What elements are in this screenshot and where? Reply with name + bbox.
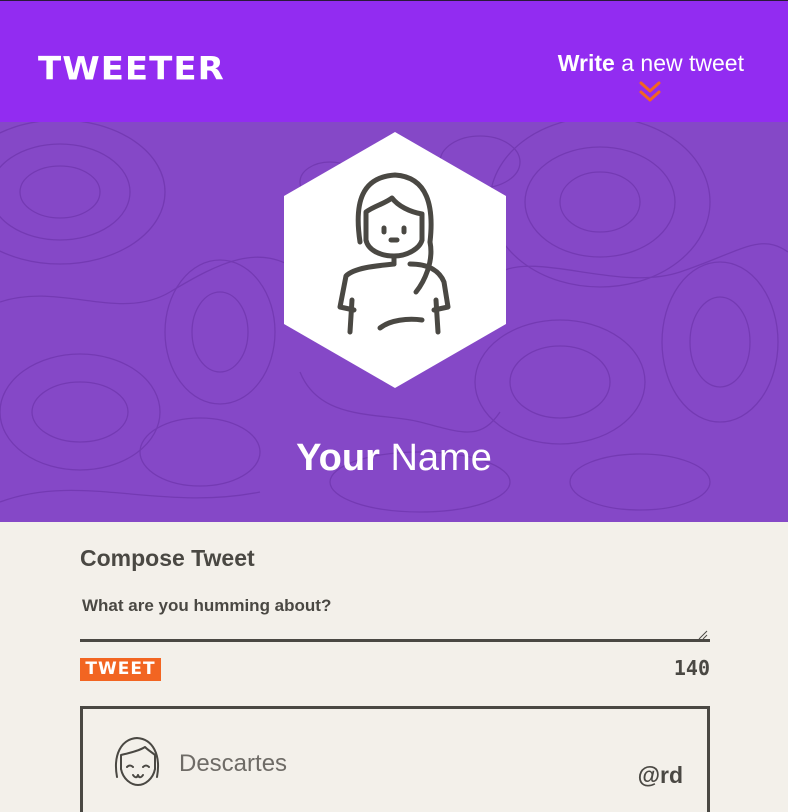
top-nav: TWEETER Write a new tweet xyxy=(0,0,788,122)
tweet-author-handle[interactable]: @rd xyxy=(638,761,683,789)
girl-avatar-icon xyxy=(115,737,159,786)
write-new-tweet-link[interactable]: Write a new tweet xyxy=(558,48,744,78)
tweet-card: Descartes @rd xyxy=(80,706,710,812)
woman-avatar-icon xyxy=(284,132,506,388)
write-label-rest: a new tweet xyxy=(614,50,744,76)
profile-banner: Your Name xyxy=(0,122,788,522)
profile-name: Your Name xyxy=(0,434,788,482)
tweet-author-name: Descartes xyxy=(179,750,288,777)
app-logo[interactable]: TWEETER xyxy=(38,48,225,90)
chevron-double-down-icon[interactable] xyxy=(638,81,662,103)
resize-grip-icon[interactable] xyxy=(698,630,708,640)
profile-first-name: Your xyxy=(296,437,380,479)
write-label-bold: Write xyxy=(557,50,615,76)
character-counter: 140 xyxy=(673,656,710,680)
tweet-textarea[interactable] xyxy=(80,588,710,642)
profile-last-name: Name xyxy=(379,437,492,479)
tweet-button[interactable]: TWEET xyxy=(80,658,161,681)
compose-title: Compose Tweet xyxy=(80,545,255,571)
